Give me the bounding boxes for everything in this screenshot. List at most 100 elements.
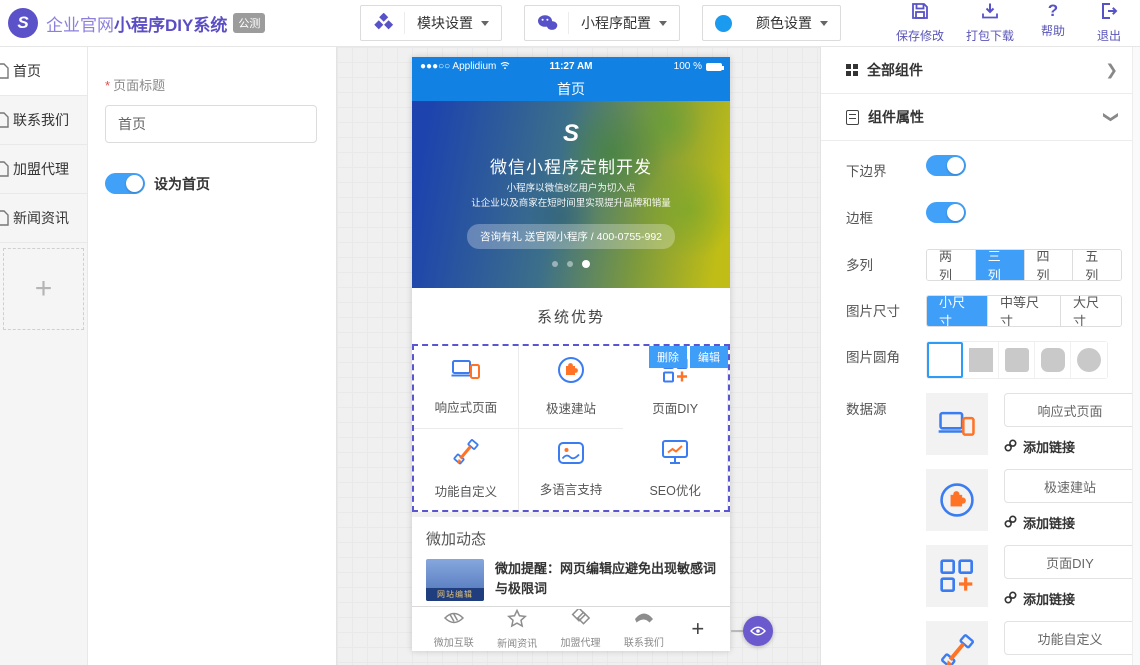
feature-label: 极速建站	[546, 398, 596, 417]
radius-option-circle[interactable]	[1071, 342, 1107, 378]
datasource-title-input[interactable]	[1004, 621, 1136, 655]
responsive-page-icon	[926, 393, 988, 455]
save-button[interactable]: 保存修改	[896, 2, 944, 44]
phone-handset-icon	[633, 610, 655, 632]
banner-cta-pill[interactable]: 咨询有礼 送官网小程序 / 400-0755-992	[467, 224, 675, 249]
page-item-label: 首页	[13, 61, 41, 81]
sidebar-item-news[interactable]: 新闻资讯	[0, 194, 87, 243]
all-components-header[interactable]: 全部组件 ❯	[821, 47, 1132, 94]
module-settings-button[interactable]: 模块设置	[360, 5, 502, 41]
color-settings-button[interactable]: 颜色设置	[702, 5, 841, 41]
tab-news[interactable]: 新闻资讯	[485, 609, 548, 650]
component-props-label: 组件属性	[868, 107, 1105, 127]
module-actions: 删除 编辑	[649, 346, 728, 368]
wechat-icon	[537, 12, 569, 34]
speed-build-icon	[557, 356, 585, 389]
add-link-button[interactable]: 添加链接	[1004, 437, 1136, 456]
page-settings-panel: *页面标题 设为首页	[88, 47, 337, 665]
add-page-button[interactable]: +	[3, 248, 84, 330]
set-home-toggle[interactable]	[105, 173, 145, 194]
feature-cell[interactable]: SEO优化	[623, 429, 728, 511]
component-props-header[interactable]: 组件属性 ❯	[821, 94, 1132, 141]
datasource-title-input[interactable]	[1004, 469, 1136, 503]
phone-preview: ●●●○○ Applidium 11:27 AM 100 % 首页 S 微信小程…	[412, 57, 730, 651]
sidebar-item-contact[interactable]: 联系我们	[0, 96, 87, 145]
page-item-label: 联系我们	[13, 110, 69, 130]
download-button[interactable]: 打包下载	[966, 2, 1014, 44]
columns-option-2[interactable]: 两列	[927, 250, 976, 280]
page-title-input[interactable]	[105, 105, 317, 143]
scrollbar[interactable]	[1132, 47, 1140, 665]
datasource-title-input[interactable]	[1004, 393, 1136, 427]
datasource-title-input[interactable]	[1004, 545, 1136, 579]
size-option-large[interactable]: 大尺寸	[1061, 296, 1121, 326]
feature-grid-selected-module[interactable]: 删除 编辑 响应式页面 极速建站 页面DIY 功能自定义	[412, 344, 730, 512]
preview-eye-button[interactable]	[743, 616, 773, 646]
tab-agency[interactable]: 加盟代理	[549, 609, 612, 649]
columns-option-4[interactable]: 四列	[1025, 250, 1074, 280]
sidebar-item-home[interactable]: 首页	[0, 47, 87, 96]
header-actions: 保存修改 打包下载 ? 帮助 退出	[896, 2, 1126, 44]
columns-segmented: 两列 三列 四列 五列	[926, 249, 1122, 281]
add-link-button[interactable]: 添加链接	[1004, 589, 1136, 608]
columns-option-3-selected[interactable]: 三列	[976, 250, 1025, 280]
battery-label: 100 %	[674, 61, 702, 72]
help-button[interactable]: ? 帮助	[1036, 2, 1070, 44]
dot	[567, 261, 573, 267]
link-icon	[1004, 515, 1017, 531]
image-size-row: 图片尺寸 小尺寸 中等尺寸 大尺寸	[846, 295, 1132, 327]
page-icon	[0, 63, 9, 79]
props-list-icon	[846, 110, 859, 125]
sidebar-item-agency[interactable]: 加盟代理	[0, 145, 87, 194]
wifi-icon	[500, 61, 510, 73]
size-option-medium[interactable]: 中等尺寸	[988, 296, 1061, 326]
news-section-heading: 微加动态	[412, 517, 730, 559]
radius-option-medium[interactable]	[1035, 342, 1071, 378]
carousel-dots[interactable]	[412, 260, 730, 268]
feature-cell[interactable]: 响应式页面	[414, 346, 519, 429]
chevron-down-icon	[820, 21, 828, 26]
datasource-item: 添加链接	[926, 621, 1136, 665]
radius-option-none-selected[interactable]	[927, 342, 963, 378]
advantages-heading: 系统优势	[412, 288, 730, 344]
tabbar-add-button[interactable]: +	[676, 616, 720, 642]
module-settings-label: 模块设置	[417, 13, 473, 33]
page-icon	[0, 112, 9, 128]
tab-contact[interactable]: 联系我们	[612, 610, 675, 649]
size-option-small-selected[interactable]: 小尺寸	[927, 296, 988, 326]
exit-button[interactable]: 退出	[1092, 2, 1126, 44]
bottom-border-toggle[interactable]	[926, 155, 966, 176]
dot-active	[582, 260, 590, 268]
page-icon	[0, 210, 9, 226]
columns-option-5[interactable]: 五列	[1073, 250, 1121, 280]
miniapp-config-button[interactable]: 小程序配置	[524, 5, 680, 41]
battery-icon	[706, 63, 722, 71]
tab-label: 微加互联	[434, 634, 474, 649]
add-link-button[interactable]: 添加链接	[1004, 513, 1136, 532]
hero-banner[interactable]: S 微信小程序定制开发 小程序以微信8亿用户为切入点 让企业以及商家在短时间里实…	[412, 101, 730, 288]
phone-page-title: 首页	[557, 79, 585, 99]
chevron-down-icon	[659, 21, 667, 26]
page-icon	[0, 161, 9, 177]
radius-option-square[interactable]	[963, 342, 999, 378]
radius-option-small[interactable]	[999, 342, 1035, 378]
seo-icon	[661, 439, 689, 471]
speed-build-icon	[926, 469, 988, 531]
radius-options	[926, 341, 1108, 379]
delete-module-button[interactable]: 删除	[649, 346, 687, 368]
feature-cell[interactable]: 功能自定义	[414, 429, 519, 511]
app-header: S 企业官网 小程序DIY系统 公测 模块设置 小程序配置 颜色设置	[0, 0, 1140, 47]
tab-weijia[interactable]: 微加互联	[422, 609, 485, 649]
feature-cell[interactable]: 极速建站	[519, 346, 624, 429]
feature-cell[interactable]: 多语言支持	[519, 429, 624, 511]
border-toggle[interactable]	[926, 202, 966, 223]
main-area: 首页 联系我们 加盟代理 新闻资讯 + *页面标题 设为首页	[0, 47, 1140, 665]
news-list-item[interactable]: 网站编辑 微加提醒：网页编辑应避免出现敏感词与极限词	[412, 559, 730, 606]
edit-module-button[interactable]: 编辑	[690, 346, 728, 368]
page-item-label: 新闻资讯	[13, 208, 69, 228]
banner-title: 微信小程序定制开发	[412, 153, 730, 178]
miniapp-config-label: 小程序配置	[581, 13, 651, 33]
feature-label: 响应式页面	[435, 397, 498, 416]
app-logo: S 企业官网 小程序DIY系统 公测	[8, 8, 360, 38]
image-size-segmented: 小尺寸 中等尺寸 大尺寸	[926, 295, 1122, 327]
